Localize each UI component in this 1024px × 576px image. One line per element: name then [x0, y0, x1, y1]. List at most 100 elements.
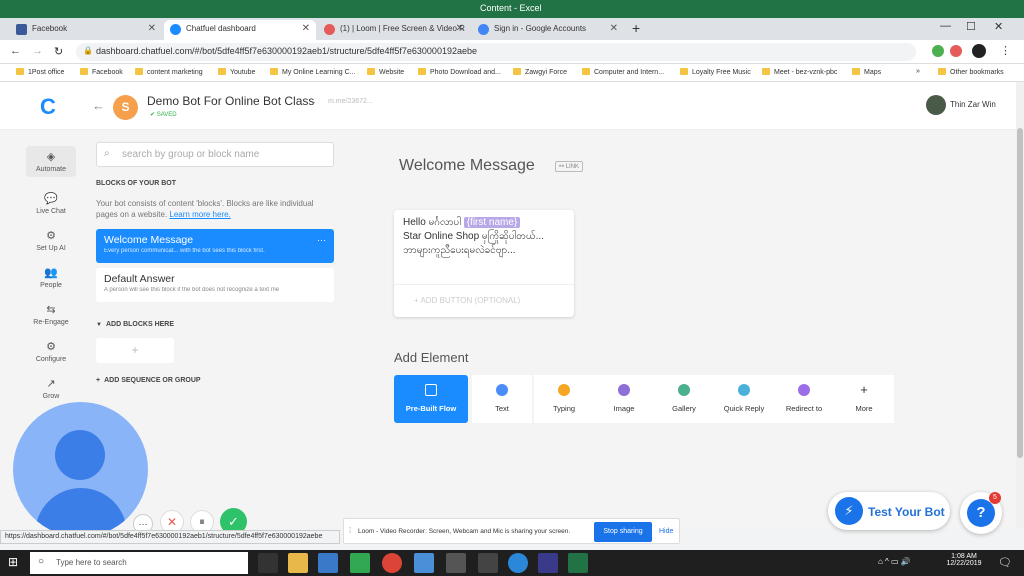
add-blocks-header[interactable]: ▼ ADD BLOCKS HERE	[96, 321, 174, 328]
app-icon[interactable]	[538, 553, 558, 573]
add-sequence-button[interactable]: + ADD SEQUENCE OR GROUP	[96, 377, 201, 384]
bookmark-item[interactable]: Computer and Intern...	[582, 68, 664, 76]
app-icon[interactable]	[414, 553, 434, 573]
user-avatar[interactable]	[926, 95, 946, 115]
sidebar-item-people[interactable]: 👥 People	[26, 266, 76, 289]
bookmark-item[interactable]: Facebook	[80, 68, 123, 76]
url-text: dashboard.chatfuel.com/#/bot/5dfe4ff5f7e…	[96, 46, 477, 56]
first-name-attribute[interactable]: {first name}	[463, 217, 521, 228]
hide-button[interactable]: Hide	[659, 528, 673, 535]
sidebar-item-setup-ai[interactable]: ⚙ Set Up AI	[26, 229, 76, 252]
element-pre-built-flow[interactable]: Pre-Built Flow	[394, 375, 468, 423]
tab-google[interactable]: Sign in - Google Accounts ✕	[472, 20, 624, 40]
extension-icon[interactable]	[932, 45, 944, 57]
url-input[interactable]: 🔒 dashboard.chatfuel.com/#/bot/5dfe4ff5f…	[76, 43, 916, 61]
bookmark-item[interactable]: Photo Download and...	[418, 68, 501, 76]
element-image[interactable]: Image	[594, 375, 654, 423]
loom-extension-icon[interactable]	[950, 45, 962, 57]
bookmark-item[interactable]: Other bookmarks	[938, 68, 1004, 76]
text-card-content[interactable]: Hello မင်္ဂလာပါ {first name} Star Online…	[403, 216, 568, 258]
tab-chatfuel[interactable]: Chatfuel dashboard ✕	[164, 20, 316, 40]
bookmark-item[interactable]: My Online Learning C...	[270, 68, 356, 76]
test-your-bot-button[interactable]: ⚡ Test Your Bot	[828, 492, 950, 530]
add-button-option[interactable]: + ADD BUTTON (OPTIONAL)	[414, 296, 520, 305]
close-tab-icon[interactable]: ✕	[456, 23, 464, 34]
tab-facebook[interactable]: Facebook ✕	[10, 20, 162, 40]
bookmark-item[interactable]: Meet - bez-vznk-pbc	[762, 68, 837, 76]
back-arrow-icon[interactable]: ←	[92, 98, 105, 113]
folder-icon	[218, 68, 226, 75]
bookmark-item[interactable]: 1Post office	[16, 68, 64, 76]
photos-icon[interactable]	[446, 553, 466, 573]
profile-avatar[interactable]	[972, 44, 986, 58]
quick-reply-icon	[738, 384, 750, 396]
element-text[interactable]: Text	[472, 375, 532, 423]
store-icon[interactable]	[318, 553, 338, 573]
app-header: C ← S Demo Bot For Online Bot Class ⌄ ✔ …	[0, 82, 1016, 130]
tray-icons[interactable]: ⌂ ^ ▭ 🔊	[878, 557, 911, 566]
bookmark-item[interactable]: Website	[367, 68, 404, 76]
add-block-button[interactable]: +	[96, 338, 174, 363]
drag-handle-icon[interactable]: ⁞	[349, 526, 351, 535]
sidebar-item-grow[interactable]: ↗ Grow	[26, 377, 76, 400]
task-view-icon[interactable]	[258, 553, 278, 573]
user-name[interactable]: Thin Zar Win	[950, 100, 996, 109]
bookmarks-overflow-icon[interactable]: »	[916, 68, 920, 75]
webcam-bubble[interactable]	[13, 402, 148, 537]
taskbar-search-input[interactable]: ○ Type here to search	[30, 552, 248, 574]
minimize-button[interactable]: —	[940, 20, 951, 32]
chatfuel-logo[interactable]: C	[40, 94, 56, 120]
block-editor-title[interactable]: Welcome Message	[399, 157, 535, 175]
sidebar-item-automate[interactable]: ◈ Automate	[26, 146, 76, 177]
element-gallery[interactable]: Gallery	[654, 375, 714, 423]
element-typing[interactable]: Typing	[534, 375, 594, 423]
mme-link[interactable]: m.me/23672...	[328, 98, 373, 105]
gear-icon: ⚙	[46, 341, 56, 353]
chrome-icon[interactable]	[382, 553, 402, 573]
bookmark-item[interactable]: Zawgyi Force	[513, 68, 567, 76]
bookmark-item[interactable]: Loyalty Free Music	[680, 68, 751, 76]
camtasia-icon[interactable]	[350, 553, 370, 573]
bookmark-item[interactable]: content marketing	[135, 68, 203, 76]
block-search-input[interactable]: ⌕ search by group or block name	[96, 142, 334, 167]
file-explorer-icon[interactable]	[288, 553, 308, 573]
element-redirect[interactable]: Redirect to	[774, 375, 834, 423]
help-button[interactable]: ? 5	[960, 492, 1002, 534]
windows-start-icon[interactable]: ⊞	[8, 555, 18, 569]
scrollbar-thumb[interactable]	[1017, 128, 1023, 458]
notifications-icon[interactable]: 🗨	[998, 556, 1012, 569]
block-more-icon[interactable]: ···	[317, 235, 326, 245]
close-tab-icon[interactable]: ✕	[302, 23, 310, 34]
ai-icon: ⚙	[46, 230, 56, 242]
element-quick-reply[interactable]: Quick Reply	[714, 375, 774, 423]
bookmark-item[interactable]: Maps	[852, 68, 881, 76]
block-welcome-message[interactable]: Welcome Message Every person communicat.…	[96, 229, 334, 263]
menu-icon[interactable]: ⋮	[1000, 44, 1011, 57]
forward-icon[interactable]: →	[32, 45, 43, 57]
bot-name[interactable]: Demo Bot For Online Bot Class	[147, 94, 314, 108]
reload-icon[interactable]: ↻	[54, 45, 63, 58]
back-icon[interactable]: ←	[10, 45, 21, 57]
close-tab-icon[interactable]: ✕	[148, 23, 156, 34]
sidebar-item-re-engage[interactable]: ⇆ Re-Engage	[26, 303, 76, 326]
excel-icon[interactable]	[568, 553, 588, 573]
link-button[interactable]: ⚯ LINK	[555, 161, 584, 172]
chevron-down-icon[interactable]: ⌄	[310, 97, 317, 106]
app-icon[interactable]	[478, 553, 498, 573]
element-more[interactable]: + More	[834, 375, 894, 423]
block-default-answer[interactable]: Default Answer A person will see this bl…	[96, 268, 334, 302]
blocks-description: Your bot consists of content 'blocks'. B…	[96, 199, 314, 219]
learn-more-link[interactable]: Learn more here.	[169, 210, 230, 219]
tab-loom[interactable]: (1) | Loom | Free Screen & Video R ✕	[318, 20, 470, 40]
maximize-button[interactable]: ☐	[966, 20, 976, 33]
close-window-button[interactable]: ✕	[994, 20, 1003, 33]
new-tab-button[interactable]: +	[632, 20, 640, 36]
bookmark-item[interactable]: Youtube	[218, 68, 255, 76]
sidebar-item-live-chat[interactable]: 💬 Live Chat	[26, 192, 76, 215]
close-tab-icon[interactable]: ✕	[610, 23, 618, 34]
clock[interactable]: 1:08 AM 12/22/2019	[944, 553, 984, 567]
sidebar-item-configure[interactable]: ⚙ Configure	[26, 340, 76, 363]
text-card[interactable]: Hello မင်္ဂလာပါ {first name} Star Online…	[394, 210, 574, 317]
stop-sharing-button[interactable]: Stop sharing	[594, 522, 652, 542]
edge-icon[interactable]	[508, 553, 528, 573]
